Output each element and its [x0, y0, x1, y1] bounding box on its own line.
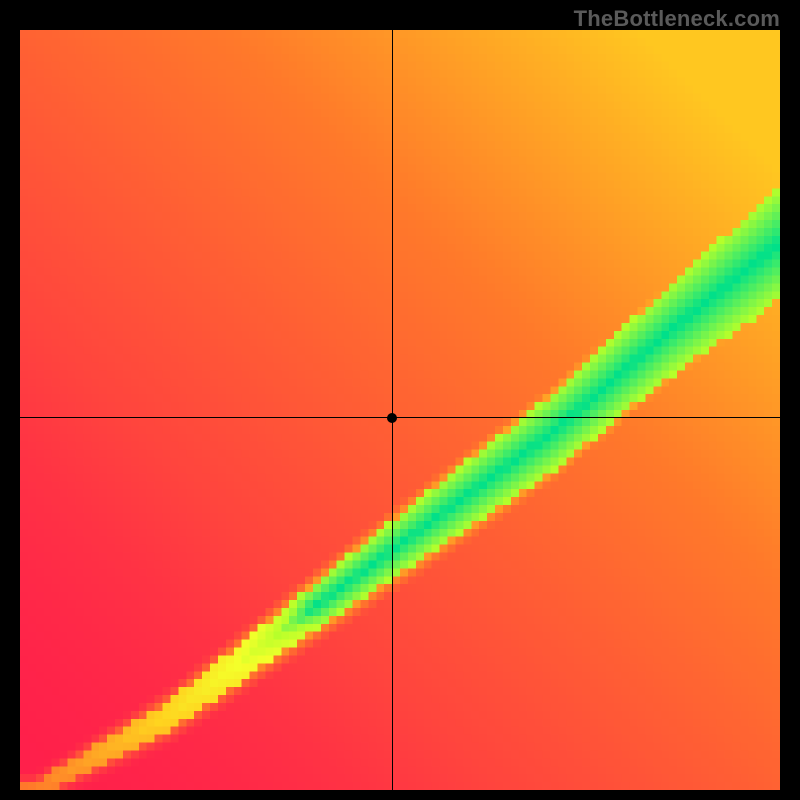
heatmap-plot: [20, 30, 780, 790]
selection-marker: [387, 413, 397, 423]
crosshair-horizontal: [20, 417, 780, 419]
crosshair-vertical: [392, 30, 394, 790]
watermark-text: TheBottleneck.com: [574, 6, 780, 32]
heatmap-canvas: [20, 30, 780, 790]
chart-frame: TheBottleneck.com: [0, 0, 800, 800]
